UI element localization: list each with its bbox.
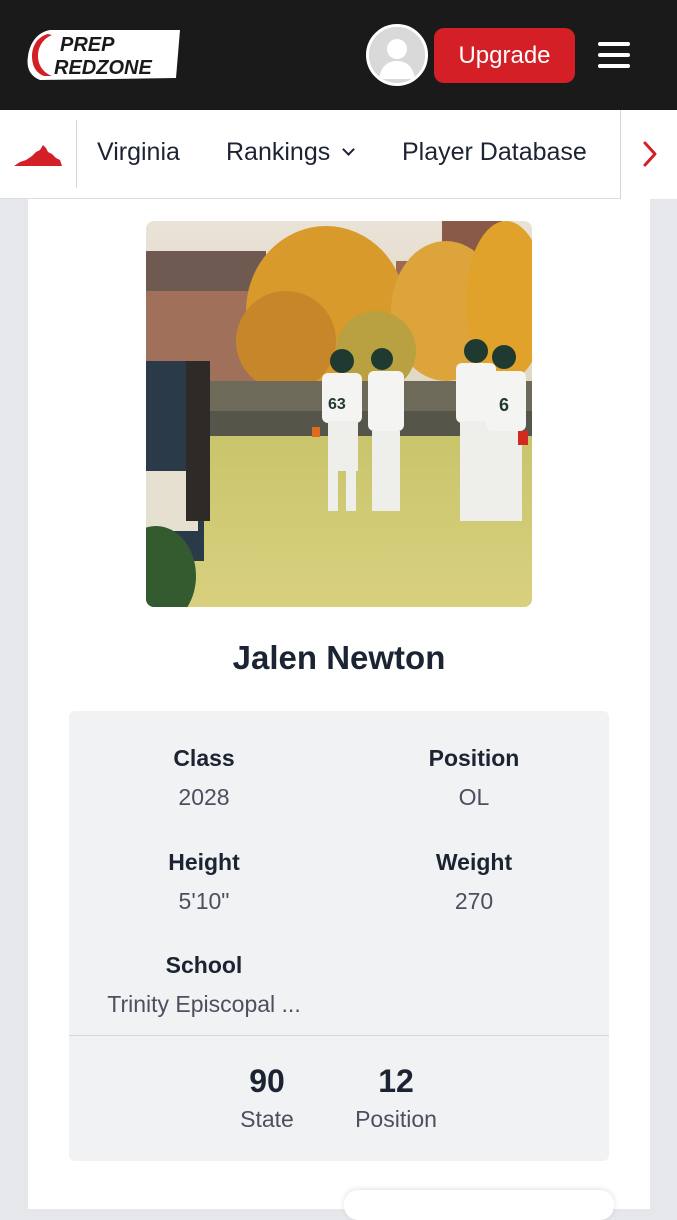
- stat-value: Trinity Episcopal ...: [107, 991, 301, 1017]
- stat-value: 2028: [178, 784, 230, 810]
- nav-item-virginia[interactable]: Virginia: [97, 138, 180, 167]
- player-name: Jalen Newton: [232, 639, 446, 676]
- nav-scroll-right-button[interactable]: [620, 110, 677, 199]
- section-nav: Virginia Rankings Player Database: [0, 110, 677, 199]
- nav-divider: [76, 120, 77, 188]
- player-card: 63 6 Jalen Newton Class 2028 Position OL…: [28, 199, 650, 1209]
- floating-panel-edge[interactable]: [344, 1190, 614, 1220]
- rank-number: 90: [249, 1063, 285, 1099]
- stat-school: School Trinity Episcopal ...: [69, 952, 339, 1018]
- stat-value: 270: [454, 888, 494, 914]
- chevron-right-icon: [643, 141, 657, 167]
- rank-position: 12 Position: [336, 1063, 456, 1133]
- nav-item-rankings-label: Rankings: [226, 138, 331, 166]
- stat-class: Class 2028: [69, 745, 339, 811]
- user-avatar[interactable]: [366, 24, 428, 86]
- info-divider: [69, 1035, 609, 1036]
- svg-text:63: 63: [328, 396, 346, 413]
- prep-redzone-logo[interactable]: PREP REDZONE: [26, 28, 182, 82]
- player-info-box: Class 2028 Position OL Height 5'10" Weig…: [69, 711, 609, 1161]
- stat-value: OL: [458, 784, 490, 810]
- rank-state: 90 State: [207, 1063, 327, 1133]
- stat-label: Position: [428, 745, 520, 771]
- virginia-state-icon[interactable]: [12, 142, 64, 170]
- hamburger-menu-icon[interactable]: [596, 38, 634, 70]
- rank-label: Position: [355, 1106, 437, 1132]
- player-photo: 63 6: [146, 221, 532, 607]
- rank-number: 12: [378, 1063, 414, 1099]
- stat-position: Position OL: [339, 745, 609, 811]
- svg-text:PREP: PREP: [60, 34, 115, 56]
- stat-label: Height: [168, 849, 240, 875]
- top-header: PREP REDZONE Upgrade: [0, 0, 677, 110]
- nav-item-player-database[interactable]: Player Database: [402, 138, 587, 167]
- stat-label: School: [165, 952, 243, 978]
- stat-height: Height 5'10": [69, 849, 339, 915]
- rank-label: State: [240, 1106, 294, 1132]
- svg-text:6: 6: [499, 395, 509, 415]
- chevron-down-icon: [342, 143, 356, 156]
- stat-label: Class: [173, 745, 235, 771]
- upgrade-button[interactable]: Upgrade: [434, 28, 575, 83]
- stat-label: Weight: [435, 849, 513, 875]
- nav-item-rankings[interactable]: Rankings: [226, 138, 356, 167]
- stat-weight: Weight 270: [339, 849, 609, 915]
- stat-value: 5'10": [178, 888, 230, 914]
- svg-text:REDZONE: REDZONE: [54, 57, 152, 79]
